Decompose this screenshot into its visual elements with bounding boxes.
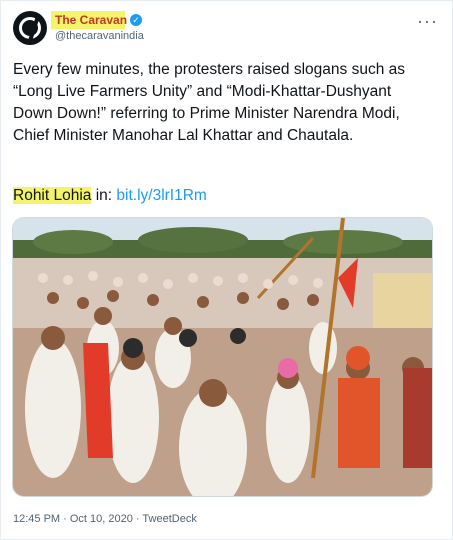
credit-separator: in:: [91, 187, 117, 204]
author-handle[interactable]: @thecaravanindia: [55, 30, 144, 42]
display-name[interactable]: The Caravan: [55, 13, 127, 27]
name-row: The Caravan ✓: [51, 11, 144, 29]
tweet-timestamp[interactable]: 12:45 PM · Oct 10, 2020 · TweetDeck: [13, 513, 197, 525]
protest-photo-illustration: [13, 218, 432, 496]
tweet-header: The Caravan ✓ @thecaravanindia: [13, 11, 144, 45]
short-link[interactable]: bit.ly/3lrI1Rm: [116, 187, 206, 204]
author-names: The Caravan ✓ @thecaravanindia: [51, 11, 144, 45]
more-options-icon[interactable]: ···: [417, 11, 438, 32]
tweet-card: The Caravan ✓ @thecaravanindia ··· Every…: [0, 0, 453, 540]
tweet-photo[interactable]: [12, 217, 433, 497]
avatar[interactable]: [13, 11, 47, 45]
photo-credit: Rohit Lohia in: bit.ly/3lrI1Rm: [13, 185, 207, 207]
verified-badge-icon: ✓: [130, 14, 143, 26]
tweet-text: Every few minutes, the protesters raised…: [13, 61, 405, 144]
credit-name: Rohit Lohia: [13, 187, 92, 204]
